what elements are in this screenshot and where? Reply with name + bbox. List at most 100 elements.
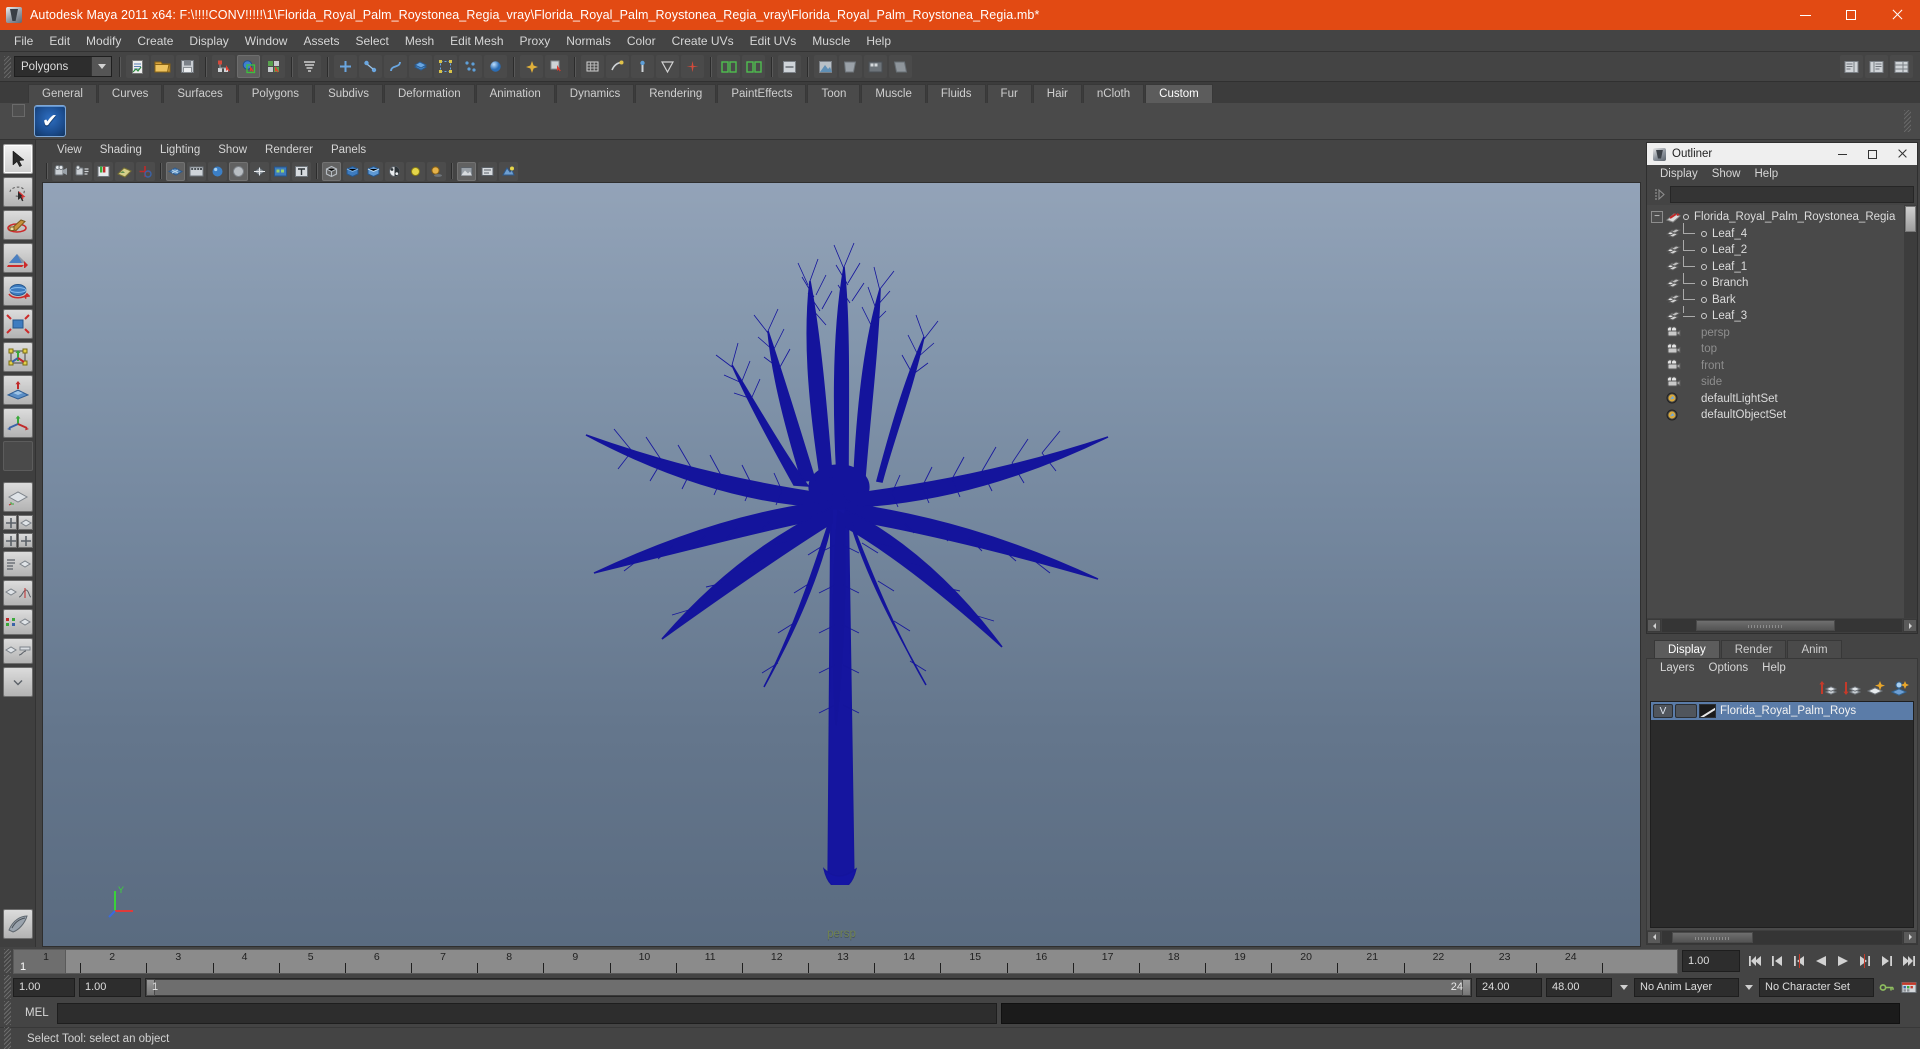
play-forwards-button[interactable] bbox=[1832, 950, 1854, 972]
chevron-down-icon[interactable] bbox=[91, 57, 111, 76]
new-layer-from-selected-icon[interactable] bbox=[1889, 678, 1911, 698]
layer-menu-help[interactable]: Help bbox=[1755, 660, 1793, 677]
shelf-tab-dynamics[interactable]: Dynamics bbox=[555, 84, 635, 103]
shelf-tab-general[interactable]: General bbox=[28, 84, 97, 103]
persp-graph-editor-layout-button[interactable] bbox=[2, 580, 33, 606]
command-line-grip[interactable] bbox=[4, 1001, 11, 1025]
select-by-component-type-button[interactable] bbox=[262, 55, 285, 78]
step-forward-keyframe-button[interactable] bbox=[1876, 950, 1898, 972]
grid-display-icon[interactable] bbox=[166, 161, 185, 181]
make-live-button[interactable] bbox=[681, 55, 704, 78]
minimize-button[interactable] bbox=[1782, 0, 1828, 30]
ipr-render-button[interactable] bbox=[778, 55, 801, 78]
show-hide-attribute-editor-button[interactable] bbox=[1840, 55, 1863, 78]
render-settings-button[interactable] bbox=[814, 55, 837, 78]
mask-deformation-button[interactable] bbox=[434, 55, 457, 78]
current-time-field[interactable]: 1.00 bbox=[1682, 950, 1740, 972]
outliner-item-top[interactable]: top bbox=[1647, 341, 1917, 358]
snap-to-point-button[interactable] bbox=[631, 55, 654, 78]
menu-window[interactable]: Window bbox=[237, 31, 296, 51]
shelf-tab-hair[interactable]: Hair bbox=[1032, 84, 1082, 103]
shadows-icon[interactable] bbox=[427, 161, 446, 181]
selection-mode-combo[interactable]: Polygons bbox=[14, 56, 112, 77]
menu-edit[interactable]: Edit bbox=[41, 31, 78, 51]
shelf-tab-toon[interactable]: Toon bbox=[807, 84, 861, 103]
character-set-combo[interactable]: No Character Set bbox=[1759, 977, 1874, 997]
textured-display-icon[interactable] bbox=[271, 161, 290, 181]
layer-playback-toggle[interactable] bbox=[1675, 704, 1697, 718]
tab-anim[interactable]: Anim bbox=[1787, 640, 1842, 658]
paint-select-tool-button[interactable] bbox=[2, 210, 33, 240]
layer-visibility-toggle[interactable]: V bbox=[1653, 704, 1673, 718]
mask-dynamics-button[interactable] bbox=[459, 55, 482, 78]
anim-layer-combo[interactable]: No Anim Layer bbox=[1634, 977, 1739, 997]
range-slider-grip[interactable] bbox=[4, 975, 11, 999]
menu-help[interactable]: Help bbox=[858, 31, 899, 51]
time-slider-grip[interactable] bbox=[4, 949, 11, 973]
outliner-minimize-button[interactable] bbox=[1827, 143, 1857, 165]
hypershade-persp-layout-button[interactable] bbox=[2, 609, 33, 635]
auto-keyframe-toggle-button[interactable] bbox=[1876, 976, 1898, 998]
panel-menu-show[interactable]: Show bbox=[209, 141, 256, 159]
play-backwards-button[interactable] bbox=[1810, 950, 1832, 972]
outliner-item-leaf4[interactable]: Leaf_4 bbox=[1647, 223, 1917, 243]
menu-normals[interactable]: Normals bbox=[558, 31, 619, 51]
range-bar-inner[interactable] bbox=[147, 979, 1470, 995]
layer-up-icon[interactable] bbox=[1817, 678, 1839, 698]
layer-down-icon[interactable] bbox=[1841, 678, 1863, 698]
menu-modify[interactable]: Modify bbox=[78, 31, 129, 51]
collapse-toggle-icon[interactable]: − bbox=[1651, 211, 1663, 224]
move-tool-button[interactable] bbox=[2, 243, 33, 273]
layer-list-horizontal-scrollbar[interactable] bbox=[1647, 930, 1917, 944]
range-bar[interactable]: 1 24 bbox=[145, 977, 1472, 997]
animation-end-time-field[interactable]: 48.00 bbox=[1546, 977, 1612, 997]
hypershade-button[interactable] bbox=[839, 55, 862, 78]
highlight-selection-button[interactable] bbox=[545, 55, 568, 78]
panel-menu-view[interactable]: View bbox=[48, 141, 91, 159]
shelf-options-column[interactable] bbox=[6, 104, 30, 138]
layer-list[interactable]: V Florida_Royal_Palm_Roys bbox=[1650, 701, 1914, 928]
select-by-hierarchy-button[interactable] bbox=[212, 55, 235, 78]
shelf-tab-painteffects[interactable]: PaintEffects bbox=[717, 84, 807, 103]
shelf-tab-animation[interactable]: Animation bbox=[475, 84, 555, 103]
all-lights-icon[interactable] bbox=[406, 161, 425, 181]
show-hide-tool-settings-button[interactable] bbox=[1865, 55, 1888, 78]
four-view-layout-buttons[interactable] bbox=[2, 515, 33, 530]
shaded-cube-light-icon[interactable] bbox=[364, 161, 383, 181]
shelf-tab-fluids[interactable]: Fluids bbox=[926, 84, 986, 103]
tab-render[interactable]: Render bbox=[1720, 640, 1787, 658]
outliner-menu-display[interactable]: Display bbox=[1653, 166, 1705, 183]
scroll-left-icon[interactable] bbox=[1647, 619, 1661, 632]
layout-dropdown-button[interactable] bbox=[2, 667, 33, 697]
menu-proxy[interactable]: Proxy bbox=[512, 31, 559, 51]
outliner-item-leaf1[interactable]: Leaf_1 bbox=[1647, 256, 1917, 276]
shelf-tab-surfaces[interactable]: Surfaces bbox=[163, 84, 237, 103]
snap-to-curve-button[interactable] bbox=[606, 55, 629, 78]
status-line-grip[interactable] bbox=[4, 55, 11, 78]
open-render-view-button[interactable] bbox=[717, 55, 740, 78]
single-perspective-view-layout-button[interactable] bbox=[2, 482, 33, 512]
component-mask-menu-button[interactable] bbox=[298, 55, 321, 78]
step-back-keyframe-button[interactable] bbox=[1766, 950, 1788, 972]
persp-outliner-layout-button[interactable] bbox=[18, 515, 33, 530]
shelf-tab-custom[interactable]: Custom bbox=[1145, 84, 1213, 103]
show-hide-channel-box-button[interactable] bbox=[1890, 55, 1913, 78]
camera-attributes-icon[interactable] bbox=[73, 161, 92, 181]
panel-menu-shading[interactable]: Shading bbox=[91, 141, 151, 159]
mask-handle-button[interactable] bbox=[334, 55, 357, 78]
outliner-maximize-button[interactable] bbox=[1857, 143, 1887, 165]
scrollbar-thumb-horizontal[interactable] bbox=[1695, 620, 1835, 631]
outliner-search-input[interactable] bbox=[1670, 186, 1914, 203]
new-scene-button[interactable] bbox=[126, 55, 149, 78]
shelf-options-icon[interactable] bbox=[11, 104, 25, 117]
command-language-label[interactable]: MEL bbox=[13, 1007, 57, 1019]
range-handle-right[interactable] bbox=[1462, 978, 1471, 996]
animation-start-time-field[interactable]: 1.00 bbox=[13, 977, 75, 997]
film-gate-icon[interactable] bbox=[187, 161, 206, 181]
lock-selection-button[interactable] bbox=[520, 55, 543, 78]
outliner-tree[interactable]: − Florida_Royal_Palm_Roystonea_Regia Lea… bbox=[1647, 205, 1917, 618]
perspective-viewport[interactable]: Y persp bbox=[42, 182, 1641, 947]
soft-modification-tool-button[interactable] bbox=[2, 375, 33, 405]
render-current-frame-button[interactable] bbox=[742, 55, 765, 78]
universal-manipulator-tool-button[interactable] bbox=[2, 342, 33, 372]
